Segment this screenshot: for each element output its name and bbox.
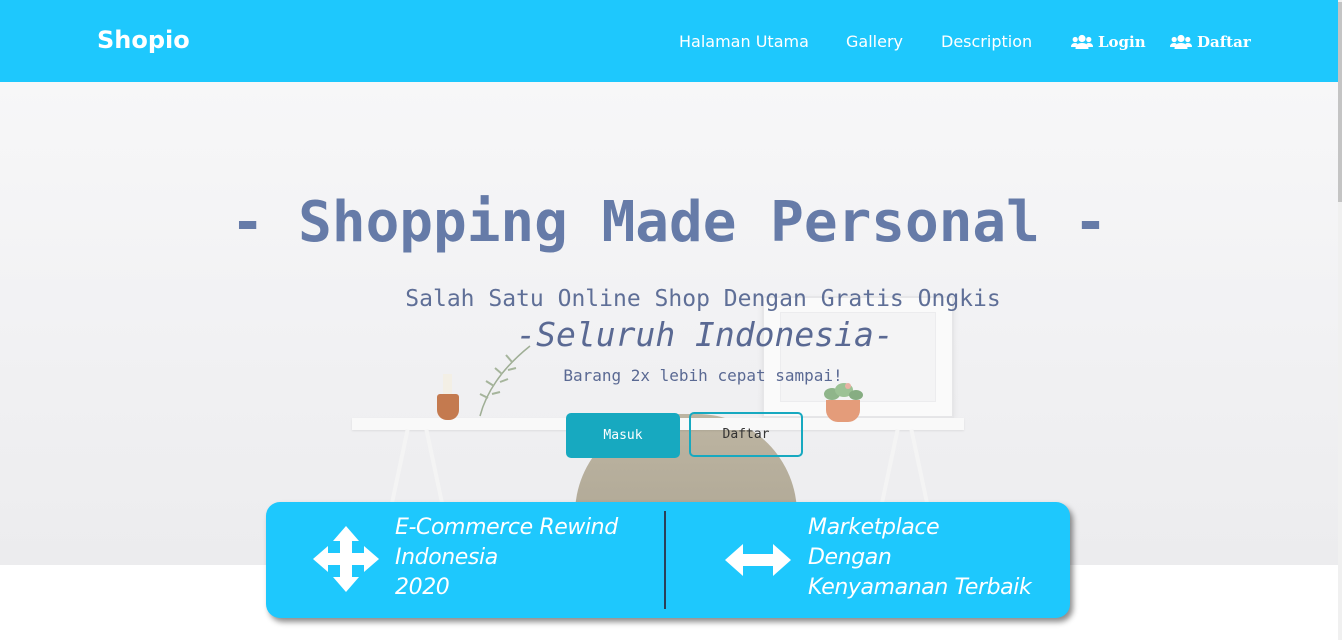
feature-right-line: Dengan: [808, 545, 892, 570]
top-navbar: Shopio Halaman Utama Gallery Description…: [0, 0, 1338, 82]
nav-daftar-link[interactable]: Daftar: [1170, 33, 1251, 51]
hero-title: - Shopping Made Personal -: [230, 190, 1108, 255]
nav-link-halaman-utama[interactable]: Halaman Utama: [679, 32, 809, 51]
daftar-label: Daftar: [1197, 33, 1251, 51]
brand-logo[interactable]: Shopio: [97, 26, 190, 54]
feature-divider: [664, 511, 666, 609]
daftar-button[interactable]: Daftar: [689, 412, 803, 457]
hero-section: - Shopping Made Personal - Salah Satu On…: [0, 82, 1338, 565]
feature-left-line: 2020: [395, 575, 450, 600]
feature-right-line: Kenyamanan Terbaik: [808, 575, 1032, 600]
page-scrollbar[interactable]: [1338, 0, 1342, 640]
nav-login-link[interactable]: Login: [1071, 33, 1146, 51]
hero-tagline: Barang 2x lebih cepat sampai!: [563, 366, 843, 385]
feature-left-line: E-Commerce Rewind: [395, 515, 618, 540]
feature-left-line: Indonesia: [395, 545, 498, 570]
vase-decoration: [437, 394, 459, 420]
feature-left-text: E-Commerce Rewind Indonesia 2020: [395, 513, 618, 603]
scrollbar-thumb[interactable]: [1338, 2, 1342, 202]
arrows-horizontal-icon: [725, 542, 791, 582]
masuk-button[interactable]: Masuk: [566, 413, 680, 458]
arrows-move-icon: [313, 526, 379, 596]
hero-subtitle-region: -Seluruh Indonesia-: [516, 315, 894, 354]
login-label: Login: [1098, 33, 1146, 51]
hero-subtitle: Salah Satu Online Shop Dengan Gratis Ong…: [405, 286, 1001, 312]
feature-card: E-Commerce Rewind Indonesia 2020 Marketp…: [266, 502, 1070, 618]
nav-link-description[interactable]: Description: [941, 32, 1032, 51]
users-icon: [1071, 34, 1093, 50]
users-icon: [1170, 34, 1192, 50]
nav-link-gallery[interactable]: Gallery: [846, 32, 903, 51]
feature-right-line: Marketplace: [808, 515, 940, 540]
feature-right-text: Marketplace Dengan Kenyamanan Terbaik: [808, 513, 1032, 603]
